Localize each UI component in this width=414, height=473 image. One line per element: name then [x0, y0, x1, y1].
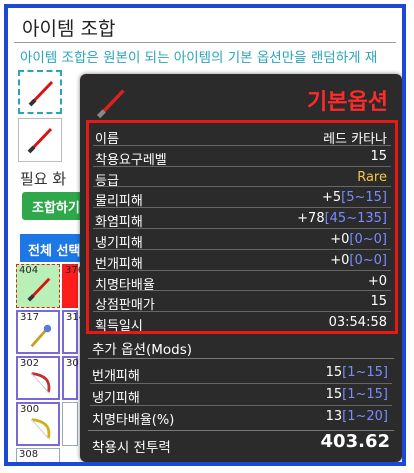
option-row: 번개피해 15[1~15] — [86, 362, 396, 384]
option-value-text: 15 — [370, 148, 387, 164]
option-value-text: +0 — [330, 252, 350, 268]
option-row: 화염피해 +78[45~135] — [89, 208, 395, 230]
option-row: 물리피해 +5[5~15] — [89, 187, 395, 209]
option-value: Rare — [357, 170, 387, 185]
option-row: 착용요구레벨 15 — [89, 146, 395, 168]
option-value: 15[1~15] — [326, 387, 388, 402]
option-value-text: 13 — [325, 409, 343, 424]
option-key: 획득일시 — [95, 319, 143, 335]
title-divider — [14, 42, 396, 43]
option-value-text: 15 — [370, 294, 387, 310]
option-range: [0~0] — [349, 252, 387, 268]
bow-icon — [31, 418, 51, 439]
option-range: [5~15] — [341, 190, 387, 206]
inventory-item[interactable]: 300 — [16, 402, 60, 446]
option-range: [45~135] — [324, 211, 387, 227]
option-value: 03:54:58 — [329, 315, 387, 330]
option-range: [1~15] — [342, 365, 388, 380]
option-value: +0[0~0] — [330, 232, 387, 247]
option-key: 번개피해 — [92, 369, 140, 384]
option-row: 냉기피해 +0[0~0] — [89, 229, 395, 251]
inventory-item[interactable]: 376 — [62, 264, 84, 308]
bow-icon — [31, 372, 51, 393]
option-value: 13[1~20] — [326, 409, 388, 424]
staff-icon — [30, 324, 52, 348]
material-item-slot[interactable] — [18, 118, 62, 162]
option-row: 이름 레드 카타나 — [89, 125, 395, 147]
inventory-item[interactable]: 317 — [16, 310, 60, 354]
mods-divider — [88, 358, 394, 359]
option-key: 냉기피해 — [92, 391, 140, 406]
option-value-text: +78 — [297, 211, 325, 227]
option-value-text: +0 — [367, 273, 387, 289]
combine-button[interactable]: 조합하기 — [22, 192, 86, 220]
inventory-item[interactable]: 308 — [16, 448, 60, 462]
inventory-item[interactable]: 302 — [16, 356, 60, 400]
combat-power-value: 403.62 — [320, 431, 390, 452]
inventory-item[interactable]: 301 — [62, 356, 85, 400]
option-row: 치명타배율 +0 — [89, 271, 395, 293]
window-title: 아이템 조합 — [22, 18, 116, 40]
item-combine-window: 아이템 조합 아이템 조합은 원본이 되는 아이템의 기본 옵션만을 랜덤하게 … — [4, 4, 406, 466]
option-range: [0~0] — [349, 232, 387, 247]
option-value-text: 03:54:58 — [328, 315, 387, 331]
option-row: 냉기피해 15[1~15] — [86, 384, 396, 406]
base-options-box: 이름 레드 카타나 착용요구레벨 15 등급 Rare 물리피해 +5[5~15] 화염피해 +7… — [86, 120, 398, 334]
item-number: 308 — [19, 449, 39, 460]
inventory-item[interactable]: 314 — [62, 310, 85, 354]
option-value: +5[5~15] — [322, 190, 387, 205]
mods-list: 번개피해 15[1~15] 냉기피해 15[1~15] 치명타배율(%) 13[1~20] — [86, 360, 396, 430]
katana-icon — [27, 127, 53, 154]
inventory-item[interactable] — [62, 402, 78, 446]
inventory-item[interactable]: 404 — [16, 264, 60, 308]
tooltip-header: 기본옵션 — [307, 90, 388, 115]
option-value: +0[0~0] — [330, 253, 387, 268]
option-row: 번개피해 +0[0~0] — [89, 250, 395, 272]
option-row: 상점판매가 15 — [89, 291, 395, 313]
option-value-text: 15 — [325, 387, 343, 402]
option-range: [1~20] — [342, 409, 388, 424]
option-key: 치명타배율(%) — [92, 413, 175, 428]
item-tooltip: 기본옵션 이름 레드 카타나 착용요구레벨 15 등급 Rare 물리피해 +5[5~15] 화… — [80, 74, 402, 462]
katana-icon — [27, 277, 51, 302]
option-value-text: +0 — [330, 232, 350, 247]
required-cost-label: 필요 화 — [20, 170, 67, 188]
option-row: 등급 Rare — [89, 167, 395, 189]
option-value-text: +5 — [321, 190, 342, 206]
option-value: 15 — [370, 294, 387, 309]
katana-icon — [96, 89, 125, 119]
option-value-text: 15 — [325, 365, 343, 380]
option-value: +78[45~135] — [297, 211, 387, 226]
option-value-text: Rare — [357, 169, 387, 185]
option-value: 15 — [370, 149, 387, 164]
window-description: 아이템 조합은 원본이 되는 아이템의 기본 옵션만을 랜덤하게 재 — [20, 50, 378, 66]
option-value: 15[1~15] — [326, 365, 388, 380]
option-row: 획득일시 03:54:58 — [89, 312, 395, 335]
katana-icon — [28, 80, 54, 107]
combat-power-label: 착용시 전투력 — [92, 440, 171, 456]
option-value: +0 — [368, 274, 387, 289]
option-range: [1~15] — [342, 387, 388, 402]
option-row: 치명타배율(%) 13[1~20] — [86, 406, 396, 428]
source-item-slot[interactable] — [18, 70, 62, 114]
mods-title: 추가 옵션(Mods) — [92, 342, 193, 358]
